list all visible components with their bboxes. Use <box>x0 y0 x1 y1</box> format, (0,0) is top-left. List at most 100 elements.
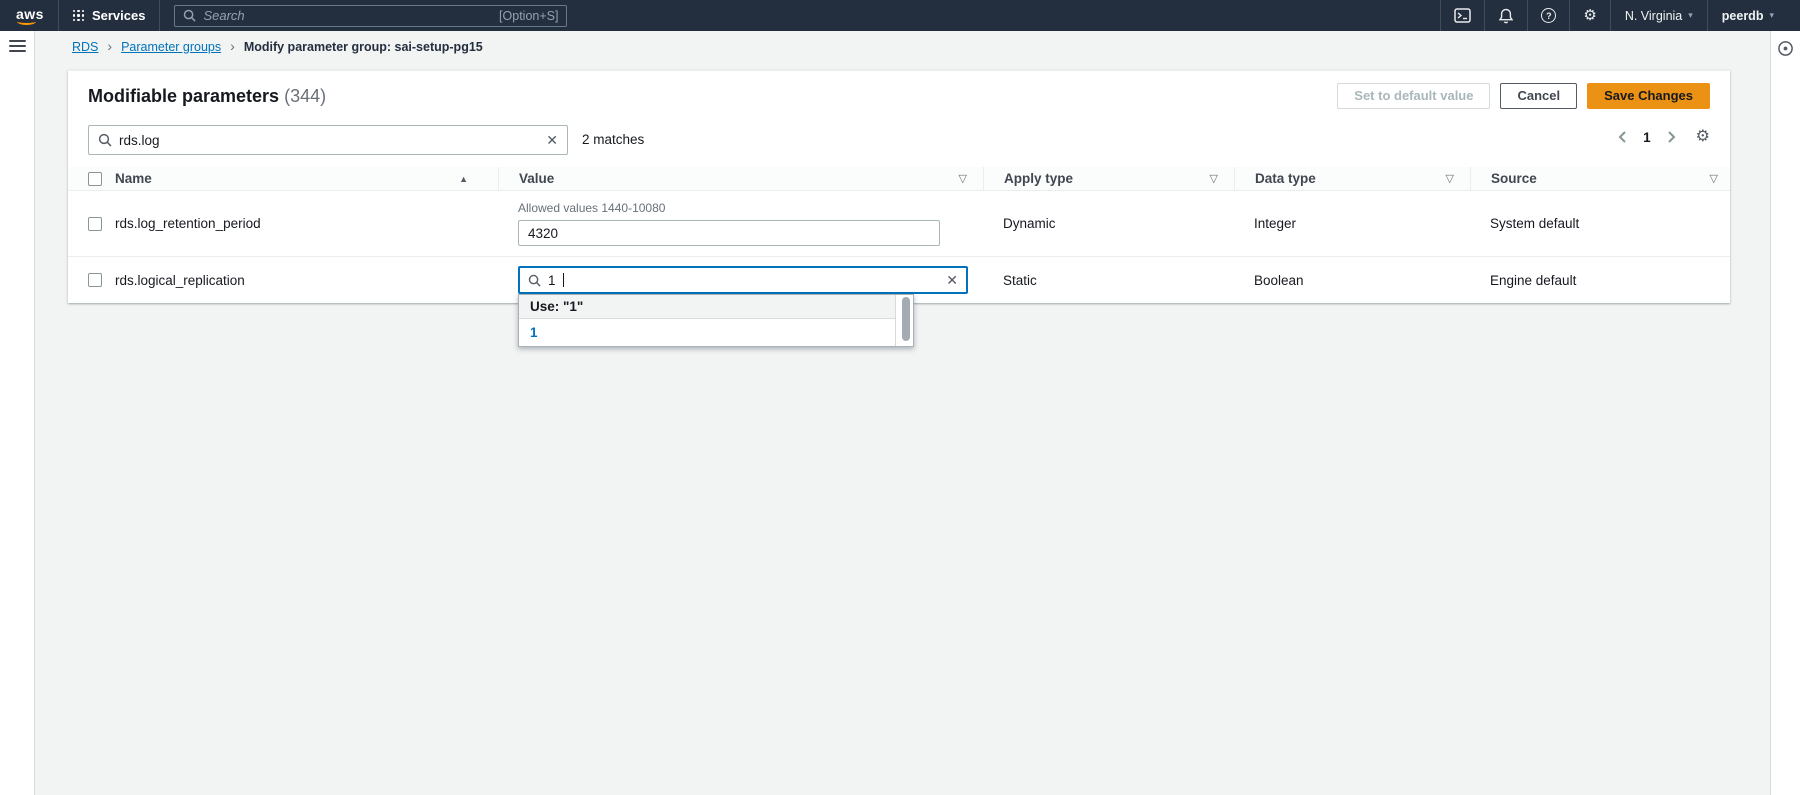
aws-smile-icon <box>17 18 36 25</box>
dropdown-list: Use: "1" 1 <box>519 295 896 346</box>
current-page-number[interactable]: 1 <box>1643 130 1651 145</box>
source-value: System default <box>1470 216 1730 231</box>
filter-icon[interactable]: ▽ <box>1210 172 1218 185</box>
topbar-right-group: ? ⚙ N. Virginia ▾ peerdb ▾ <box>1440 0 1788 31</box>
next-page-button[interactable] <box>1667 130 1676 144</box>
autocomplete-dropdown: Use: "1" 1 <box>518 294 914 347</box>
filter-icon[interactable]: ▽ <box>1710 172 1718 185</box>
clear-value-icon[interactable]: ✕ <box>946 273 958 287</box>
search-icon <box>528 274 541 287</box>
region-label: N. Virginia <box>1625 9 1682 23</box>
services-grid-icon <box>73 10 84 21</box>
column-header-name[interactable]: Name ▲ <box>112 167 498 190</box>
header-actions: Set to default value Cancel Save Changes <box>1337 83 1710 109</box>
card-toolbar: ✕ 2 matches 1 ⚙ <box>68 121 1730 167</box>
clear-filter-icon[interactable]: ✕ <box>546 133 558 147</box>
breadcrumb: RDS › Parameter groups › Modify paramete… <box>72 40 483 54</box>
source-value: Engine default <box>1470 273 1730 288</box>
column-header-source[interactable]: Source ▽ <box>1470 167 1730 190</box>
column-header-apply-type[interactable]: Apply type ▽ <box>983 167 1234 190</box>
pagination: 1 ⚙ <box>1618 129 1710 145</box>
search-icon <box>98 133 112 147</box>
parameter-name: rds.logical_replication <box>112 273 498 288</box>
value-autocomplete: 1 ✕ Use: "1" 1 <box>518 266 968 294</box>
chevron-down-icon: ▾ <box>1688 10 1693 21</box>
dropdown-option[interactable]: 1 <box>519 319 895 346</box>
chevron-right-icon <box>1667 130 1676 144</box>
breadcrumb-current-page: Modify parameter group: sai-setup-pg15 <box>244 40 483 54</box>
page-title: Modifiable parameters (344) <box>88 86 326 107</box>
region-selector[interactable]: N. Virginia ▾ <box>1611 0 1707 31</box>
top-nav-bar: aws Services [Option+S] <box>0 0 1800 31</box>
table-header-row: Name ▲ Value ▽ Apply type ▽ Data type ▽ … <box>68 167 1730 191</box>
account-menu[interactable]: peerdb ▾ <box>1708 0 1788 31</box>
use-typed-value-option[interactable]: Use: "1" <box>519 295 895 319</box>
save-changes-button[interactable]: Save Changes <box>1587 83 1710 109</box>
help-button[interactable]: ? <box>1528 0 1569 31</box>
select-all-checkbox[interactable] <box>88 172 102 186</box>
search-icon <box>183 9 196 22</box>
topbar-divider <box>159 0 160 31</box>
row-checkbox[interactable] <box>88 273 102 287</box>
help-icon: ? <box>1541 8 1556 23</box>
table-preferences-gear-icon[interactable]: ⚙ <box>1696 129 1710 145</box>
global-search-input[interactable] <box>203 8 492 23</box>
breadcrumb-link-parameter-groups[interactable]: Parameter groups <box>121 40 221 54</box>
row-checkbox-cell <box>68 217 112 231</box>
column-header-value[interactable]: Value ▽ <box>498 167 983 190</box>
breadcrumb-separator-icon: › <box>230 39 235 53</box>
set-to-default-button[interactable]: Set to default value <box>1337 83 1490 109</box>
tools-panel-collapsed <box>1770 31 1800 795</box>
aws-logo[interactable]: aws <box>12 6 58 25</box>
search-shortcut-hint: [Option+S] <box>499 9 558 23</box>
apply-type-value: Static <box>983 273 1234 288</box>
side-panel-clock-icon[interactable] <box>1777 40 1794 57</box>
cloudshell-button[interactable] <box>1441 0 1484 31</box>
chevron-left-icon <box>1618 130 1627 144</box>
bell-icon <box>1498 8 1514 24</box>
value-input[interactable] <box>518 220 940 246</box>
table-row: rds.log_retention_period Allowed values … <box>68 191 1730 257</box>
services-menu-button[interactable]: Services <box>59 0 160 31</box>
services-label: Services <box>92 8 146 23</box>
modifiable-parameters-card: Modifiable parameters (344) Set to defau… <box>68 70 1730 303</box>
data-type-value: Integer <box>1234 216 1470 231</box>
parameter-value-cell: Allowed values 1440-10080 <box>498 201 983 246</box>
side-nav-collapsed <box>0 31 35 795</box>
gear-icon: ⚙ <box>1583 8 1596 23</box>
value-search-input[interactable]: 1 ✕ <box>518 266 968 294</box>
chevron-down-icon: ▾ <box>1769 10 1774 21</box>
global-search-box[interactable]: [Option+S] <box>174 5 567 27</box>
hamburger-icon <box>9 40 26 52</box>
text-cursor <box>563 273 564 287</box>
dropdown-scrollbar[interactable] <box>902 297 910 341</box>
parameter-filter-input[interactable] <box>119 133 539 148</box>
row-checkbox-cell <box>68 273 112 287</box>
allowed-values-hint: Allowed values 1440-10080 <box>518 201 983 215</box>
previous-page-button[interactable] <box>1618 130 1627 144</box>
breadcrumb-separator-icon: › <box>107 39 112 53</box>
open-menu-button[interactable] <box>9 40 26 52</box>
account-label: peerdb <box>1722 9 1764 23</box>
typed-value: 1 <box>548 273 556 288</box>
table-row: rds.logical_replication 1 ✕ Use <box>68 257 1730 303</box>
data-type-value: Boolean <box>1234 273 1470 288</box>
cancel-button[interactable]: Cancel <box>1500 83 1577 109</box>
card-header: Modifiable parameters (344) Set to defau… <box>68 71 1730 121</box>
apply-type-value: Dynamic <box>983 216 1234 231</box>
settings-button[interactable]: ⚙ <box>1570 0 1609 31</box>
match-count: 2 matches <box>582 121 644 159</box>
breadcrumb-link-rds[interactable]: RDS <box>72 40 98 54</box>
sort-ascending-icon[interactable]: ▲ <box>459 174 468 184</box>
title-text: Modifiable parameters <box>88 86 279 106</box>
filter-icon[interactable]: ▽ <box>1446 172 1454 185</box>
filter-icon[interactable]: ▽ <box>959 172 967 185</box>
parameter-filter-box: ✕ <box>88 125 568 155</box>
parameter-value-cell: 1 ✕ Use: "1" 1 <box>498 266 983 294</box>
parameter-name: rds.log_retention_period <box>112 216 498 231</box>
aws-console-page: aws Services [Option+S] <box>0 0 1800 795</box>
row-checkbox[interactable] <box>88 217 102 231</box>
cloudshell-icon <box>1454 8 1471 23</box>
column-header-data-type[interactable]: Data type ▽ <box>1234 167 1470 190</box>
notifications-button[interactable] <box>1485 0 1527 31</box>
